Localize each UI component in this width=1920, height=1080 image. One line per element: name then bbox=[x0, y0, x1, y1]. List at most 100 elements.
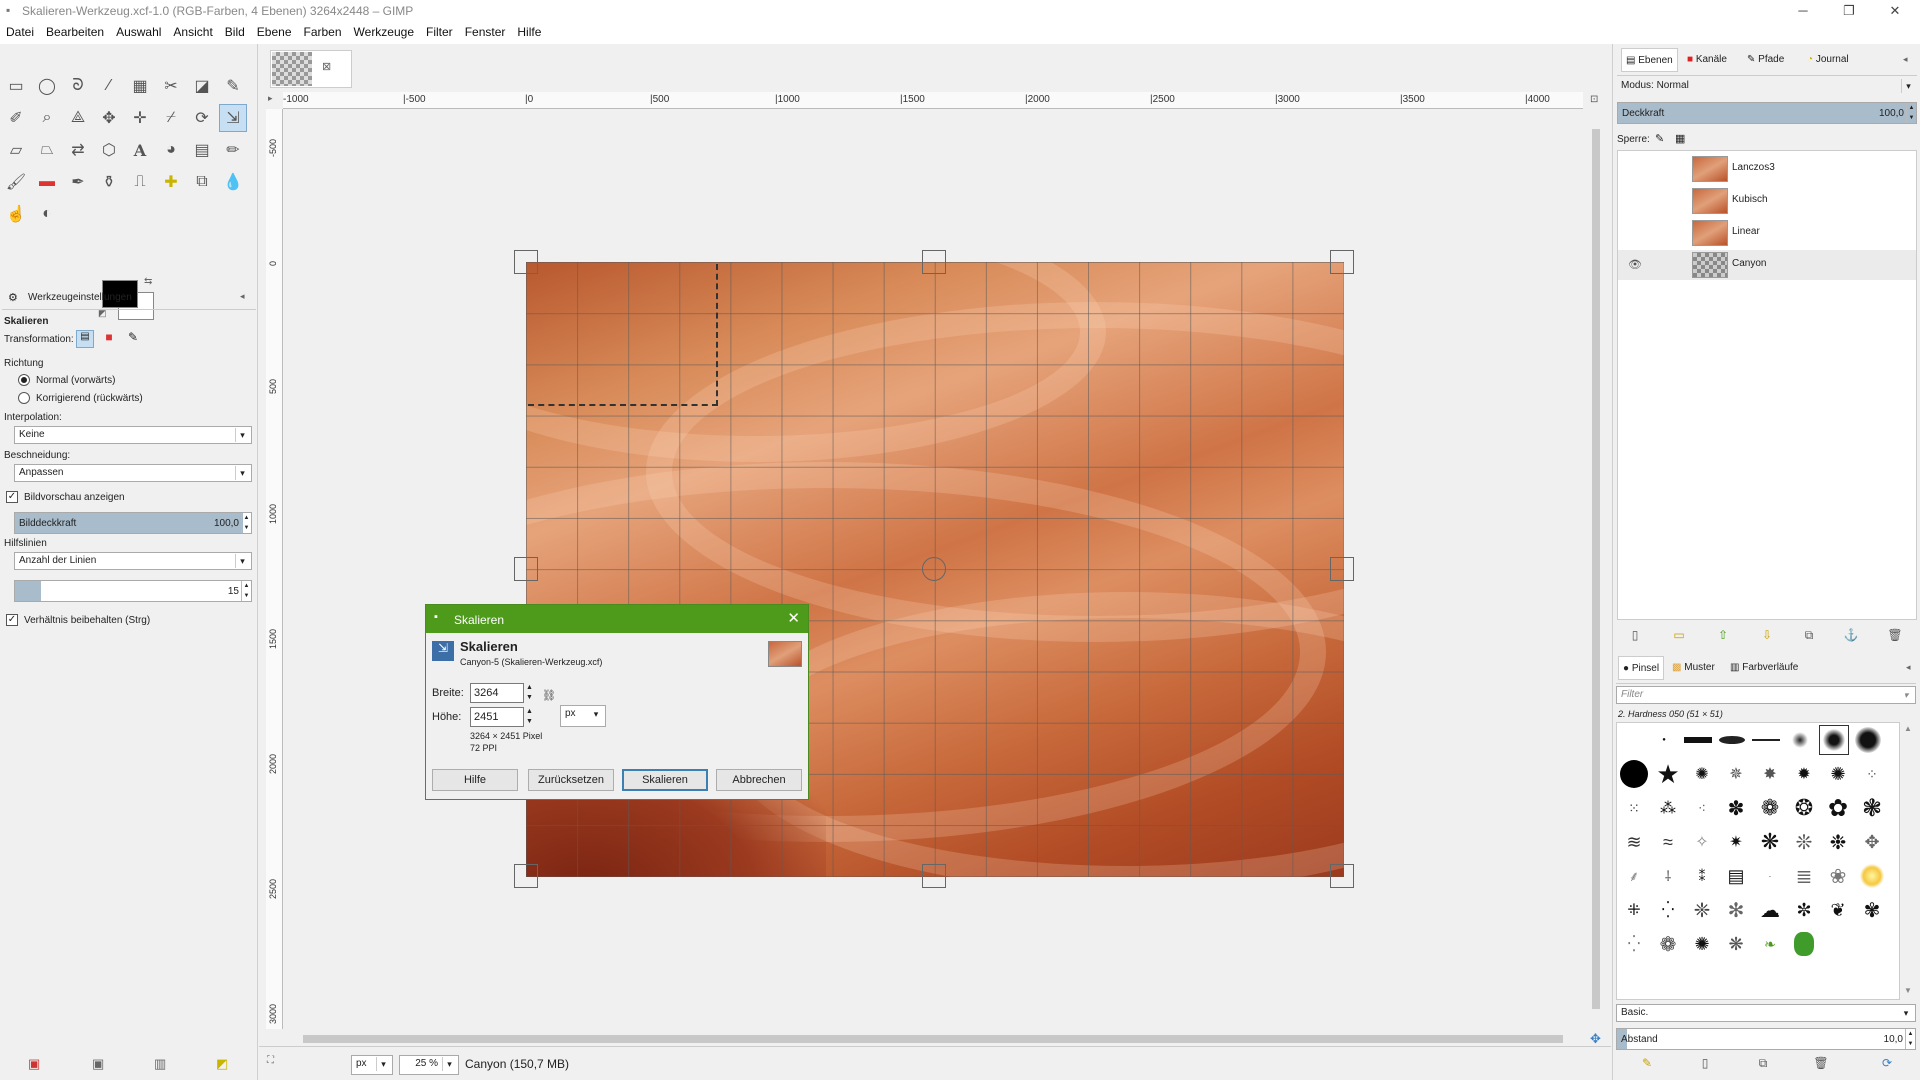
brush-filter-input[interactable]: Filter ▾ bbox=[1616, 686, 1916, 704]
scale-handle-ne[interactable] bbox=[1330, 250, 1354, 274]
brush-item-selected[interactable] bbox=[1819, 725, 1849, 755]
brush-item[interactable]: ✾ bbox=[1857, 895, 1887, 925]
brush-item[interactable]: ❉ bbox=[1823, 827, 1853, 857]
panel-menu-icon[interactable]: ◂ bbox=[1906, 662, 1911, 673]
tab-channels[interactable]: ■ Kanäle bbox=[1687, 48, 1727, 72]
cage-transform-icon[interactable]: ⬡ bbox=[95, 136, 123, 164]
height-input[interactable]: 2451 bbox=[470, 707, 524, 727]
new-layer-icon[interactable]: ▯ bbox=[1624, 628, 1646, 648]
menu-edit[interactable]: Bearbeiten bbox=[40, 22, 110, 39]
scale-handle-s[interactable] bbox=[922, 864, 946, 888]
lock-pixels-icon[interactable]: ✎ bbox=[1655, 132, 1664, 145]
width-spin-icon[interactable]: ▲ ▼ bbox=[526, 683, 533, 703]
brush-item[interactable]: ≈ bbox=[1653, 827, 1683, 857]
color-picker-icon[interactable]: ✐ bbox=[2, 104, 30, 132]
new-brush-icon[interactable]: ▯ bbox=[1694, 1056, 1716, 1076]
bucket-fill-icon[interactable]: ◕ bbox=[157, 136, 185, 164]
menu-tools[interactable]: Werkzeuge bbox=[348, 22, 420, 39]
tab-layers[interactable]: ▤ Ebenen bbox=[1621, 48, 1678, 72]
tab-brushes[interactable]: ● Pinsel bbox=[1618, 656, 1665, 680]
close-window-button[interactable]: ✕ bbox=[1872, 0, 1918, 22]
measure-icon[interactable]: ⟁ bbox=[64, 104, 92, 132]
lasso-icon[interactable]: ᘐ bbox=[64, 72, 92, 100]
raise-layer-icon[interactable]: ⇧ bbox=[1712, 628, 1734, 648]
lower-layer-icon[interactable]: ⇩ bbox=[1756, 628, 1778, 648]
pencil-icon[interactable]: ✏ bbox=[219, 136, 247, 164]
scale-handle-e[interactable] bbox=[1330, 557, 1354, 581]
show-preview-checkbox[interactable]: ✓ bbox=[6, 491, 18, 503]
quick-mask-corner-icon[interactable]: ▸ bbox=[268, 93, 273, 104]
transform-path-icon[interactable]: ✎ bbox=[124, 330, 142, 348]
foreground-select-icon[interactable]: ◪ bbox=[188, 72, 216, 100]
brush-item[interactable]: ⁘ bbox=[1857, 759, 1887, 789]
brush-item[interactable]: ✺ bbox=[1687, 759, 1717, 789]
brush-item[interactable] bbox=[1717, 725, 1747, 755]
scale-handle-n[interactable] bbox=[922, 250, 946, 274]
menu-filters[interactable]: Filter bbox=[420, 22, 459, 39]
spin-arrows-icon[interactable]: ▲ ▼ bbox=[241, 581, 251, 601]
tool-options-tab[interactable]: Werkzeugeinstellungen bbox=[28, 292, 132, 303]
duplicate-brush-icon[interactable]: ⧉ bbox=[1752, 1056, 1774, 1076]
spin-arrows-icon[interactable]: ▲ ▼ bbox=[241, 513, 251, 533]
brush-item[interactable]: ● bbox=[1649, 725, 1679, 755]
direction-normal-radio[interactable] bbox=[18, 374, 30, 386]
direction-corrective-radio[interactable] bbox=[18, 392, 30, 404]
brush-item[interactable]: ⁙ bbox=[1619, 793, 1649, 823]
brush-item[interactable]: · bbox=[1755, 861, 1785, 891]
scale-tool-icon[interactable]: ⇲ bbox=[219, 104, 247, 132]
brush-item[interactable]: ▤ bbox=[1721, 861, 1751, 891]
guides-select[interactable]: Anzahl der Linien ▾ bbox=[14, 552, 252, 570]
brush-item[interactable]: ❃ bbox=[1857, 793, 1887, 823]
tab-paths[interactable]: ✎ Pfade bbox=[1747, 48, 1784, 72]
transform-selection-icon[interactable]: ■ bbox=[100, 330, 118, 348]
dialog-title-bar[interactable]: ▪ Skalieren ✕ bbox=[426, 605, 808, 633]
brush-item[interactable]: ❋ bbox=[1721, 929, 1751, 959]
clone-icon[interactable]: ⎍ bbox=[126, 168, 154, 196]
refresh-brushes-icon[interactable]: ⟳ bbox=[1876, 1056, 1898, 1076]
brush-item[interactable] bbox=[1619, 759, 1649, 789]
height-spin-icon[interactable]: ▲ ▼ bbox=[526, 707, 533, 727]
layer-row-selected[interactable]: 👁 Canyon bbox=[1618, 250, 1916, 280]
ellipse-select-icon[interactable]: ◯ bbox=[33, 72, 61, 100]
brush-item[interactable]: ✼ bbox=[1789, 895, 1819, 925]
brush-item[interactable]: ✵ bbox=[1721, 759, 1751, 789]
brush-preset-select[interactable]: Basic. ▾ bbox=[1616, 1004, 1916, 1022]
vertical-scrollbar[interactable] bbox=[1589, 109, 1603, 1029]
brush-item[interactable]: ⁖ bbox=[1687, 793, 1717, 823]
transform-layer-icon[interactable]: ▤ bbox=[76, 330, 94, 348]
paths-icon[interactable]: ✎ bbox=[219, 72, 247, 100]
cancel-button[interactable]: Abbrechen bbox=[716, 769, 802, 791]
layer-opacity-slider[interactable]: Deckkraft 100,0 ▲ ▼ bbox=[1617, 102, 1917, 124]
blur-icon[interactable]: 💧 bbox=[219, 168, 247, 196]
brush-item[interactable]: ✻ bbox=[1721, 895, 1751, 925]
brush-item[interactable]: ❊ bbox=[1789, 827, 1819, 857]
brush-item[interactable]: ⸸ bbox=[1653, 861, 1683, 891]
spin-arrows-icon[interactable]: ▲ ▼ bbox=[1905, 1029, 1915, 1049]
brush-item[interactable] bbox=[1751, 725, 1781, 755]
tab-journal[interactable]: ◔ Journal bbox=[1807, 48, 1849, 72]
brush-item[interactable]: ❋ bbox=[1755, 827, 1785, 857]
brush-item[interactable]: ⸙ bbox=[1619, 861, 1649, 891]
restore-options-icon[interactable]: ▣ bbox=[92, 1056, 104, 1072]
align-icon[interactable]: ✛ bbox=[126, 104, 154, 132]
menu-windows[interactable]: Fenster bbox=[459, 22, 512, 39]
brush-item[interactable]: ⁜ bbox=[1619, 895, 1649, 925]
crop-icon[interactable]: ⌿ bbox=[157, 104, 185, 132]
heal-icon[interactable]: ✚ bbox=[157, 168, 185, 196]
rotate-icon[interactable]: ⟳ bbox=[188, 104, 216, 132]
spin-arrows-icon[interactable]: ▲ ▼ bbox=[1906, 103, 1916, 123]
brush-item[interactable]: ❈ bbox=[1687, 895, 1717, 925]
scrollbar-thumb[interactable] bbox=[303, 1035, 1563, 1043]
brush-spacing-slider[interactable]: Abstand 10,0 ▲ ▼ bbox=[1616, 1028, 1916, 1050]
unit-select[interactable]: px ▾ bbox=[351, 1055, 393, 1075]
brush-item[interactable]: ≣ bbox=[1789, 861, 1819, 891]
menu-help[interactable]: Hilfe bbox=[511, 22, 547, 39]
duplicate-layer-icon[interactable]: ⧉ bbox=[1798, 628, 1820, 648]
shear-icon[interactable]: ▱ bbox=[2, 136, 30, 164]
brush-item[interactable]: ✺ bbox=[1687, 929, 1717, 959]
lines-count-slider[interactable]: 15 ▲ ▼ bbox=[14, 580, 252, 602]
brush-item[interactable] bbox=[1785, 725, 1815, 755]
brush-item[interactable]: ⁛ bbox=[1619, 929, 1649, 959]
delete-options-icon[interactable]: ▥ bbox=[154, 1056, 166, 1072]
zoom-fit-icon[interactable]: ⊡ bbox=[1590, 94, 1598, 105]
